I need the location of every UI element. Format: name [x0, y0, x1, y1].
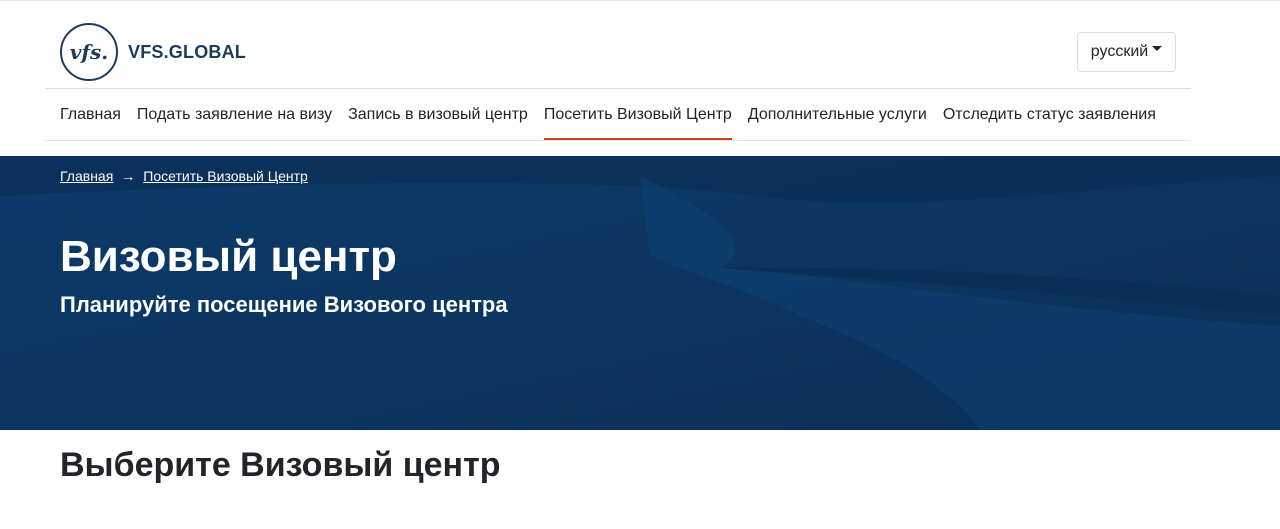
nav-item-apply-visa[interactable]: Подать заявление на визу — [137, 89, 332, 140]
language-select[interactable]: русский — [1077, 32, 1176, 72]
hero-banner: Главная → Посетить Визовый Центр Визовый… — [0, 156, 1280, 430]
main-navigation: Главная Подать заявление на визу Запись … — [60, 89, 1172, 140]
nav-item-track-application[interactable]: Отследить статус заявления — [943, 89, 1156, 140]
breadcrumb-home-link[interactable]: Главная — [60, 168, 113, 184]
breadcrumb-current-link[interactable]: Посетить Визовый Центр — [143, 168, 308, 184]
vfs-logo-mark: vfs. — [60, 23, 118, 81]
site-header: vfs. VFS.GLOBAL русский Главная Подать з… — [0, 0, 1280, 156]
caret-down-icon — [1152, 45, 1163, 51]
language-selected-label: русский — [1090, 43, 1149, 60]
section-title: Выберите Визовый центр — [60, 446, 501, 484]
arrow-right-icon: → — [121, 168, 136, 184]
breadcrumb: Главная → Посетить Визовый Центр — [60, 168, 308, 184]
nav-item-home[interactable]: Главная — [60, 89, 121, 140]
vfs-global-logo[interactable]: vfs. VFS.GLOBAL — [60, 23, 246, 81]
nav-item-book-appointment[interactable]: Запись в визовый центр — [348, 89, 528, 140]
nav-divider-bottom — [45, 140, 1191, 141]
vfs-logo-text: VFS.GLOBAL — [128, 41, 246, 62]
nav-item-visit-centre[interactable]: Посетить Визовый Центр — [543, 89, 732, 140]
page-subtitle: Планируйте посещение Визового центра — [60, 292, 508, 317]
page-title: Визовый центр — [60, 232, 397, 281]
nav-item-additional-services[interactable]: Дополнительные услуги — [748, 89, 927, 140]
